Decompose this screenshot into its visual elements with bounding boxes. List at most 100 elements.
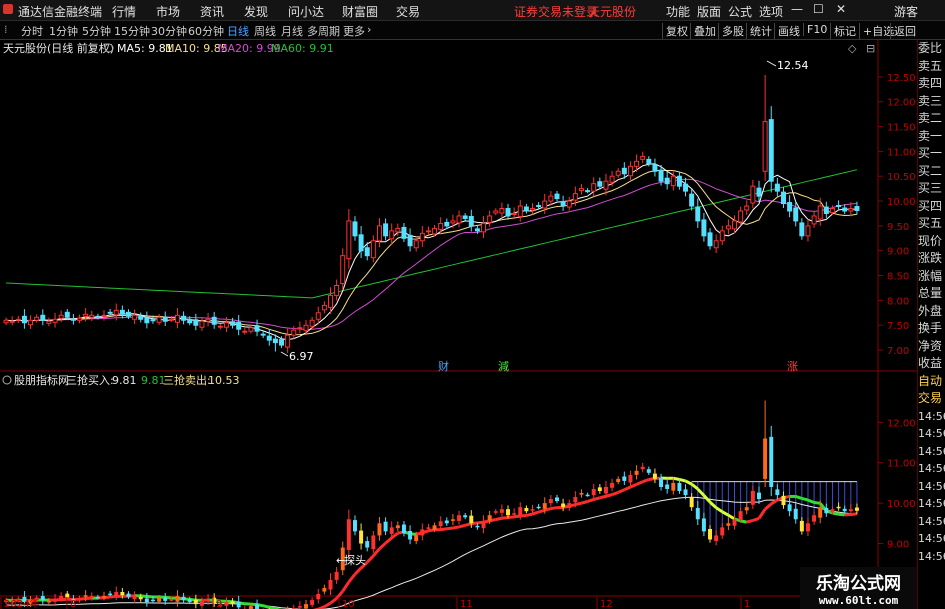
price-tick-label: 11.50 (887, 123, 916, 134)
indicator-trend-segment (550, 506, 558, 511)
side-panel-label[interactable]: 14:56 (918, 530, 945, 548)
side-panel-label[interactable]: 14:56 (918, 478, 945, 496)
price-tick-label: 7.00 (887, 346, 909, 357)
watermark-url: www.60lt.com (818, 594, 899, 607)
mark-button[interactable]: 标记 (830, 23, 856, 39)
side-panel-label[interactable]: 收益 (918, 355, 945, 373)
side-panel-label[interactable]: 买一 (918, 145, 945, 163)
toolbar-grip-icon: ⁞ (4, 23, 8, 36)
guest-user-label[interactable]: 游客 (894, 3, 918, 20)
draw-line-button[interactable]: 画线 (774, 23, 800, 39)
side-panel-label[interactable]: 净资 (918, 338, 945, 356)
indicator-trend-segment (605, 493, 613, 498)
more-chevron-icon[interactable]: › (367, 23, 371, 36)
indicator-chart[interactable]: 12.0011.0010.009.008.00 股朋指标网 三抢买入: 9.81… (0, 372, 917, 609)
period-tab-30min[interactable]: 30分钟 (151, 23, 187, 39)
side-panel-label[interactable]: 14:56 (918, 513, 945, 531)
period-tab-15min[interactable]: 15分钟 (114, 23, 150, 39)
period-tab-daily[interactable]: 日线 (227, 23, 249, 39)
side-panel-label[interactable]: 14:56 (918, 425, 945, 443)
menu-item-quotes[interactable]: 行情 (112, 3, 136, 20)
price-tick-label: 10.00 (887, 197, 916, 208)
period-tab-weekly[interactable]: 周线 (254, 23, 276, 39)
close-window-icon[interactable]: ✕ (836, 2, 846, 16)
trade-login-warning[interactable]: 证券交易未登录 (514, 3, 598, 20)
menu-item-functions[interactable]: 功能 (666, 3, 690, 20)
side-panel-label[interactable]: 自动 (918, 373, 945, 391)
side-panel-label[interactable]: 委比 (918, 40, 945, 58)
side-panel-label[interactable]: 卖五 (918, 58, 945, 76)
menu-item-trade[interactable]: 交易 (396, 3, 420, 20)
indicator-trend-segment (832, 511, 839, 516)
event-marker-finance[interactable]: 财 (438, 359, 449, 372)
buy-label: 三抢买入: (66, 373, 114, 387)
period-tab-1min[interactable]: 1分钟 (49, 23, 78, 39)
indicator-trend-segment (458, 523, 466, 529)
side-panel-label[interactable]: 卖二 (918, 110, 945, 128)
side-panel-label[interactable]: 总量 (918, 285, 945, 303)
side-panel-label[interactable]: 14:56 (918, 408, 945, 426)
indicator-trend-segment (813, 501, 821, 505)
sell-label: 三抢卖出: (163, 373, 211, 387)
multi-stock-button[interactable]: 多股 (718, 23, 744, 39)
side-panel-label[interactable]: 卖一 (918, 128, 945, 146)
side-panel-label[interactable]: 外盘 (918, 303, 945, 321)
menu-item-wealth[interactable]: 财富圈 (342, 3, 378, 20)
maximize-window-icon[interactable]: ☐ (813, 2, 824, 16)
f10-button[interactable]: F10 (803, 23, 827, 36)
side-panel-label[interactable]: 买五 (918, 215, 945, 233)
statistics-button[interactable]: 统计 (746, 23, 772, 39)
side-panel-label[interactable]: 14:56 (918, 548, 945, 566)
menu-item-market[interactable]: 市场 (156, 3, 180, 20)
top-menu-bar: 通达信金融终端 行情 市场 资讯 发现 问小达 财富圈 交易 证券交易未登录 天… (0, 0, 945, 21)
adjust-button[interactable]: 复权 (662, 23, 688, 39)
minimize-window-icon[interactable]: — (791, 2, 803, 16)
indicator-trend-segment (673, 476, 680, 481)
period-toolbar: ⁞ 分时 1分钟 5分钟 15分钟 30分钟 60分钟 日线 周线 月线 多周期… (0, 21, 945, 40)
menu-item-formula[interactable]: 公式 (728, 3, 752, 20)
indicator-tick-label: 10.00 (887, 499, 916, 510)
main-kline-chart[interactable]: 12.50 12.00 11.50 11.00 10.50 10.00 9.50 9.00 8.… (0, 40, 917, 372)
period-tab-timeshare[interactable]: 分时 (21, 23, 43, 39)
menu-item-xiaoda[interactable]: 问小达 (288, 3, 324, 20)
event-marker-reduce[interactable]: 減 (498, 359, 509, 372)
menu-item-news[interactable]: 资讯 (200, 3, 224, 20)
indicator-trend-segment (140, 594, 148, 599)
side-panel-label[interactable]: 换手 (918, 320, 945, 338)
indicator-trend-segment (599, 494, 607, 500)
side-panel-label[interactable]: 买二 (918, 163, 945, 181)
side-panel-label[interactable]: 涨幅 (918, 268, 945, 286)
side-panel-label[interactable]: 14:56 (918, 443, 945, 461)
side-panel-label[interactable]: 14:56 (918, 495, 945, 513)
indicator-trend-segment (575, 501, 582, 506)
side-panel-label[interactable]: 买三 (918, 180, 945, 198)
period-tab-multi[interactable]: 多周期 (307, 23, 340, 39)
add-watchlist-button[interactable]: +自选 (859, 23, 894, 39)
indicator-trend-segment (838, 512, 845, 517)
indicator-trend-segment (611, 491, 619, 497)
indicator-trend-segment (679, 478, 686, 483)
indicator-tick-label: 9.00 (887, 540, 909, 551)
period-tab-monthly[interactable]: 月线 (281, 23, 303, 39)
event-marker-rise[interactable]: 涨 (787, 360, 798, 372)
diamond-icon[interactable]: ◇ (848, 42, 857, 55)
period-tab-60min[interactable]: 60分钟 (188, 23, 224, 39)
menu-item-layout[interactable]: 版面 (697, 3, 721, 20)
probe-marker: 探头 (344, 554, 366, 567)
menu-item-discover[interactable]: 发现 (244, 3, 268, 20)
date-tick-label: 10 (342, 599, 355, 609)
side-panel-label[interactable]: 现价 (918, 233, 945, 251)
side-panel-label[interactable]: 涨跌 (918, 250, 945, 268)
collapse-icon[interactable]: ⊟ (866, 42, 875, 55)
period-tab-5min[interactable]: 5分钟 (82, 23, 111, 39)
menu-item-options[interactable]: 选项 (759, 3, 783, 20)
back-button[interactable]: 返回 (890, 23, 916, 39)
period-tab-more[interactable]: 更多 (343, 23, 365, 39)
side-panel-label[interactable]: 买四 (918, 198, 945, 216)
indicator-trend-segment (452, 525, 460, 530)
side-panel-label[interactable]: 14:56 (918, 460, 945, 478)
side-panel-label[interactable]: 交易 (918, 390, 945, 408)
side-panel-label[interactable]: 卖四 (918, 75, 945, 93)
overlay-button[interactable]: 叠加 (690, 23, 716, 39)
side-panel-label[interactable]: 卖三 (918, 93, 945, 111)
